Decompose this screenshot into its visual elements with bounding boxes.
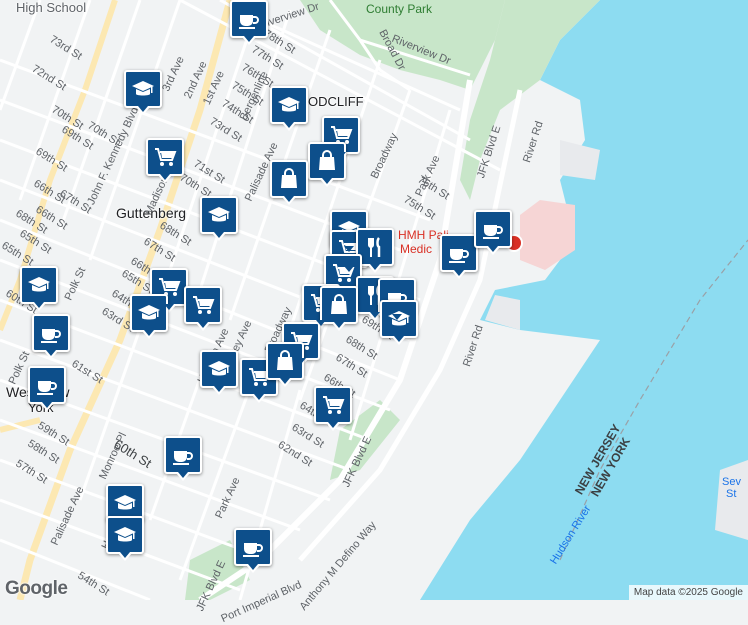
cafe-marker[interactable] xyxy=(28,366,66,411)
cafe-icon xyxy=(449,249,469,263)
cafe-icon xyxy=(243,543,263,557)
street-label: Sev xyxy=(722,476,741,488)
cafe-marker[interactable] xyxy=(234,528,272,573)
cafe-marker[interactable] xyxy=(440,234,478,279)
shopping-marker[interactable] xyxy=(308,142,346,187)
cafe-icon xyxy=(239,15,259,29)
school-icon xyxy=(114,527,136,542)
place-woodcliff: ODCLIFF xyxy=(308,94,364,109)
restaurant-icon xyxy=(368,237,381,257)
shopping-icon xyxy=(281,168,297,188)
cafe-icon xyxy=(173,451,193,465)
google-logo: Google xyxy=(5,578,68,599)
grocery-marker[interactable] xyxy=(146,138,184,183)
school-marker[interactable] xyxy=(200,350,238,395)
shopping-marker[interactable] xyxy=(270,160,308,205)
map-attribution: Map data ©2025 Google xyxy=(628,585,748,600)
school-marker[interactable] xyxy=(200,196,238,241)
school-marker[interactable] xyxy=(270,86,308,131)
street-label: St xyxy=(726,488,737,500)
cafe-marker[interactable] xyxy=(164,436,202,481)
shopping-icon xyxy=(277,350,293,370)
cafe-icon xyxy=(37,381,57,395)
place-county-park: County Park xyxy=(366,2,433,16)
ny-shore xyxy=(715,460,748,540)
school-icon xyxy=(278,97,300,112)
shopping-icon xyxy=(331,294,347,314)
grocery-icon xyxy=(333,264,355,282)
school-icon xyxy=(208,361,230,376)
school-icon xyxy=(138,305,160,320)
cafe-marker[interactable] xyxy=(474,210,512,255)
school-icon xyxy=(132,81,154,96)
cafe-marker[interactable] xyxy=(32,314,70,359)
place-high-school: High School xyxy=(16,0,87,15)
grocery-icon xyxy=(323,396,345,414)
school-marker[interactable] xyxy=(130,294,168,339)
school-icon xyxy=(114,495,136,510)
grocery-icon xyxy=(193,296,215,314)
grocery-marker[interactable] xyxy=(314,386,352,431)
cafe-marker[interactable] xyxy=(230,0,268,45)
school-icon xyxy=(28,277,50,292)
grocery-icon xyxy=(155,148,177,166)
cafe-icon xyxy=(41,329,61,343)
school-marker[interactable] xyxy=(20,266,58,311)
cafe-icon xyxy=(483,225,503,239)
hospital-label-2: Medic xyxy=(400,242,433,256)
school-marker[interactable] xyxy=(124,70,162,115)
map-canvas[interactable]: Guttenberg ODCLIFF West New York High Sc… xyxy=(0,0,748,625)
grocery-marker[interactable] xyxy=(184,286,222,331)
school-icon xyxy=(208,207,230,222)
